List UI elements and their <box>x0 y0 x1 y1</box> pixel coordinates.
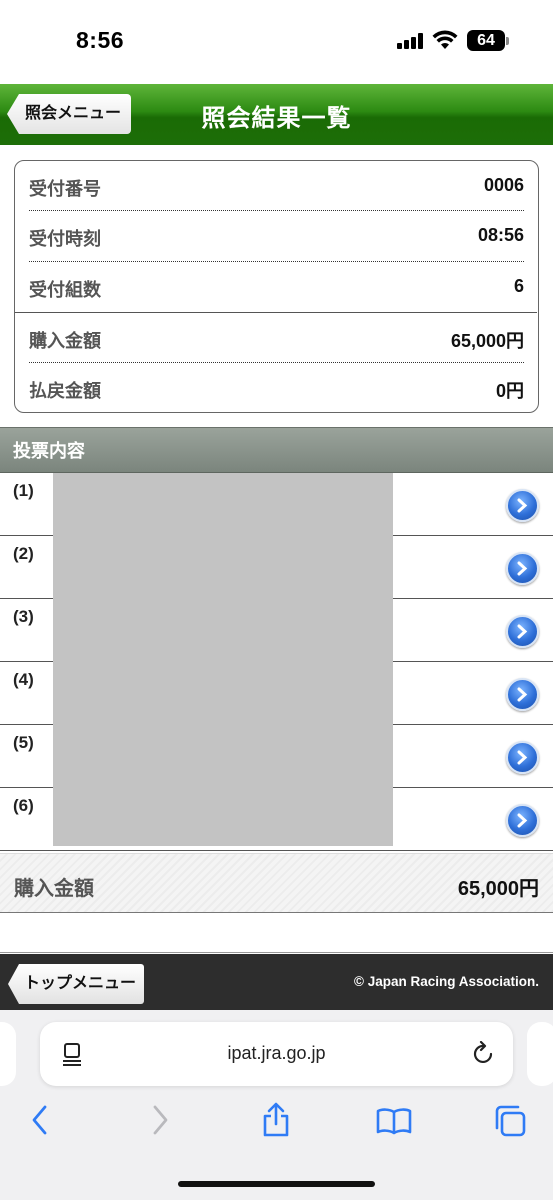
bet-number: (3) <box>13 607 34 626</box>
page-title: 照会結果一覧 <box>201 105 352 132</box>
cellular-signal-icon <box>397 33 425 49</box>
forward-icon[interactable] <box>150 1105 170 1135</box>
copyright-text: © Japan Racing Association. <box>354 974 539 989</box>
info-label: 受付組数 <box>29 280 101 300</box>
tabs-icon[interactable] <box>493 1104 527 1138</box>
info-value: 0円 <box>495 381 524 401</box>
bet-number: (6) <box>13 796 34 815</box>
info-value: 0006 <box>483 175 524 195</box>
info-label: 払戻金額 <box>29 381 101 401</box>
bet-number: (5) <box>13 733 34 752</box>
redacted-area <box>53 473 393 846</box>
info-row-payout-amount: 払戻金額 0円 <box>29 363 524 413</box>
total-label: 購入金額 <box>14 878 94 900</box>
status-time: 8:56 <box>76 27 125 53</box>
battery-icon: 64 <box>467 30 505 51</box>
battery-nub <box>506 37 509 45</box>
chevron-right-icon[interactable] <box>506 804 539 837</box>
url-text: ipat.jra.go.jp <box>227 1043 326 1063</box>
back-icon[interactable] <box>30 1105 50 1135</box>
bookmarks-icon[interactable] <box>376 1107 412 1135</box>
chevron-right-icon[interactable] <box>506 678 539 711</box>
chevron-right-icon[interactable] <box>506 741 539 774</box>
total-value: 65,000円 <box>457 878 539 900</box>
bet-number: (4) <box>13 670 34 689</box>
bet-number: (2) <box>13 544 34 563</box>
address-bar[interactable]: ipat.jra.go.jp <box>40 1022 513 1086</box>
info-value: 65,000円 <box>450 331 524 351</box>
chevron-right-icon[interactable] <box>506 489 539 522</box>
total-bar: 購入金額 65,000円 <box>0 853 553 913</box>
wifi-icon <box>432 30 458 49</box>
previous-tab-pill[interactable] <box>0 1022 16 1086</box>
info-label: 購入金額 <box>29 331 101 351</box>
status-bar: 8:56 64 <box>0 0 553 84</box>
receipt-info-box: 受付番号 0006 受付時刻 08:56 受付組数 6 購入金額 65,000円… <box>14 160 539 413</box>
info-value: 08:56 <box>477 225 524 245</box>
bet-number: (1) <box>13 481 34 500</box>
browser-toolbar: ipat.jra.go.jp <box>0 1010 553 1200</box>
chevron-right-icon[interactable] <box>506 552 539 585</box>
home-indicator <box>178 1181 375 1187</box>
share-icon[interactable] <box>261 1102 291 1138</box>
info-label: 受付時刻 <box>29 229 101 249</box>
site-footer: トップメニュー © Japan Racing Association. <box>0 954 553 1010</box>
chevron-right-icon[interactable] <box>506 615 539 648</box>
bet-contents-header: 投票内容 <box>0 427 553 473</box>
reload-icon[interactable] <box>471 1041 495 1067</box>
divider <box>0 952 553 953</box>
info-value: 6 <box>513 276 524 296</box>
top-menu-button[interactable]: トップメニュー <box>8 964 145 1004</box>
info-row-receipt-time: 受付時刻 08:56 <box>29 211 524 261</box>
info-row-receipt-number: 受付番号 0006 <box>29 161 524 211</box>
info-row-set-count: 受付組数 6 <box>29 262 524 312</box>
info-row-purchase-amount: 購入金額 65,000円 <box>29 313 524 363</box>
nav-header: 照会メニュー 照会結果一覧 <box>0 84 553 145</box>
info-label: 受付番号 <box>29 179 101 199</box>
next-tab-pill[interactable] <box>527 1022 553 1086</box>
